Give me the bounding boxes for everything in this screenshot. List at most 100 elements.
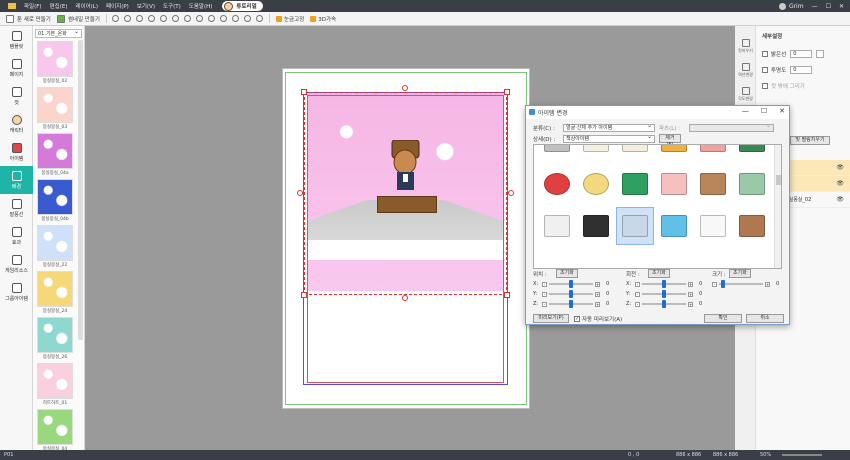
item-grid-cell[interactable] bbox=[616, 207, 654, 245]
minus-button[interactable]: - bbox=[712, 281, 717, 287]
fill-erase-button[interactable]: 및 필링지우기 bbox=[790, 136, 830, 145]
thumbnail-button[interactable]: 썸네일 만들기 bbox=[56, 14, 100, 23]
rail-item-template[interactable]: 템플릿 bbox=[0, 26, 33, 54]
opacity-checkbox[interactable] bbox=[762, 67, 768, 73]
item-grid-cell[interactable] bbox=[538, 145, 576, 161]
position-slider[interactable] bbox=[549, 300, 593, 308]
position-slider[interactable] bbox=[549, 290, 593, 298]
category-select[interactable]: 얼굴·신체 추가 아이템 bbox=[563, 122, 655, 132]
menu-page[interactable]: 페이지(P) bbox=[106, 2, 129, 10]
distribute-icon[interactable] bbox=[231, 15, 239, 22]
menu-help[interactable]: 도움말(H) bbox=[189, 2, 213, 10]
align-center-icon[interactable] bbox=[183, 15, 191, 22]
right-rail-item[interactable]: 컷지우기 bbox=[735, 34, 756, 58]
fit-icon[interactable] bbox=[147, 15, 155, 22]
asset-thumbnail[interactable] bbox=[37, 409, 73, 445]
preview-button[interactable]: 미리보기(P) bbox=[533, 314, 569, 323]
slider-knob[interactable] bbox=[569, 300, 573, 308]
menu-layer[interactable]: 레이어(L) bbox=[75, 2, 98, 10]
scroll-thumb[interactable] bbox=[776, 175, 781, 185]
zoom-in-icon[interactable] bbox=[123, 15, 131, 22]
asset-thumbnail[interactable] bbox=[37, 179, 73, 215]
position-reset-button[interactable]: 초기화 bbox=[556, 269, 578, 278]
plus-button[interactable]: + bbox=[595, 301, 600, 307]
copy-icon[interactable] bbox=[159, 15, 167, 22]
detail-select[interactable]: 책상아이템 bbox=[563, 133, 655, 143]
align-bottom-icon[interactable] bbox=[219, 15, 227, 22]
rotation-slider[interactable] bbox=[642, 300, 686, 308]
right-rail-item[interactable]: 각도변경 bbox=[735, 82, 756, 106]
zoom-out-icon[interactable] bbox=[135, 15, 143, 22]
menu-view[interactable]: 보기(V) bbox=[137, 2, 155, 10]
size-reset-button[interactable]: 초기화 bbox=[729, 269, 751, 278]
slider-knob[interactable] bbox=[569, 290, 573, 298]
close-icon[interactable]: ✕ bbox=[779, 107, 785, 115]
selection-box[interactable] bbox=[304, 92, 507, 295]
position-slider[interactable] bbox=[549, 280, 593, 288]
plus-button[interactable]: + bbox=[688, 281, 693, 287]
item-grid-cell[interactable] bbox=[655, 207, 693, 245]
maximize-icon[interactable]: ☐ bbox=[826, 3, 831, 10]
minimize-icon[interactable]: — bbox=[742, 107, 749, 115]
rotate-icon[interactable] bbox=[243, 15, 251, 22]
item-grid-cell[interactable] bbox=[577, 145, 615, 161]
rail-item-page[interactable]: 페이지 bbox=[0, 54, 33, 82]
maximize-icon[interactable]: ☐ bbox=[761, 107, 767, 115]
cut-icon[interactable] bbox=[111, 15, 119, 22]
right-rail-item[interactable]: 역선변경 bbox=[735, 58, 756, 82]
plus-button[interactable]: + bbox=[688, 291, 693, 297]
item-grid-cell[interactable] bbox=[733, 145, 771, 161]
asset-thumbnail[interactable] bbox=[37, 133, 73, 169]
minus-button[interactable]: - bbox=[635, 281, 640, 287]
asset-thumbnail[interactable] bbox=[37, 363, 73, 399]
slider-knob[interactable] bbox=[662, 280, 666, 288]
tutorial-button[interactable]: 튜토리얼 bbox=[222, 1, 263, 11]
align-left-icon[interactable] bbox=[171, 15, 179, 22]
plus-button[interactable]: + bbox=[688, 301, 693, 307]
opacity-input[interactable]: 0 bbox=[790, 66, 813, 74]
item-grid-cell[interactable] bbox=[655, 145, 693, 161]
item-grid-cell[interactable] bbox=[538, 165, 576, 203]
rail-item-item[interactable]: 아이템 bbox=[0, 138, 33, 166]
rotate-handle[interactable] bbox=[402, 85, 408, 91]
rotation-reset-button[interactable]: 초기화 bbox=[648, 269, 670, 278]
outside-cut-checkbox[interactable] bbox=[762, 83, 768, 89]
asset-scrollbar[interactable] bbox=[78, 40, 83, 340]
slider-knob[interactable] bbox=[662, 300, 666, 308]
new-toon-button[interactable]: 툰 새로 만들기 bbox=[6, 14, 51, 23]
minus-button[interactable]: - bbox=[635, 301, 640, 307]
align-top-icon[interactable] bbox=[207, 15, 215, 22]
item-grid-cell[interactable] bbox=[694, 145, 732, 161]
align-right-icon[interactable] bbox=[195, 15, 203, 22]
plus-button[interactable]: + bbox=[595, 281, 600, 287]
item-grid-cell[interactable] bbox=[577, 207, 615, 245]
brightness-color-swatch[interactable] bbox=[816, 50, 825, 58]
cancel-button[interactable]: 취소 bbox=[746, 314, 784, 323]
minus-button[interactable]: - bbox=[542, 291, 547, 297]
rail-item-speech-bubble[interactable]: 말풍선 bbox=[0, 194, 33, 222]
asset-category-select[interactable]: 01.기본_온화 bbox=[35, 28, 82, 38]
item-grid-cell[interactable] bbox=[577, 165, 615, 203]
plus-button[interactable]: + bbox=[765, 281, 770, 287]
resize-handle[interactable] bbox=[504, 89, 510, 95]
item-grid-cell[interactable] bbox=[694, 165, 732, 203]
item-grid-cell[interactable] bbox=[616, 165, 654, 203]
eye-icon[interactable]: 👁 bbox=[836, 180, 844, 187]
rotation-slider[interactable] bbox=[642, 290, 686, 298]
resize-handle[interactable] bbox=[402, 295, 408, 301]
menu-tools[interactable]: 도구(T) bbox=[163, 2, 181, 10]
rotation-slider[interactable] bbox=[642, 280, 686, 288]
menu-file[interactable]: 파일(F) bbox=[24, 2, 42, 10]
remove-button[interactable]: 제거(E) bbox=[659, 134, 681, 148]
item-grid-cell[interactable] bbox=[616, 145, 654, 161]
rail-item-cut[interactable]: 컷 bbox=[0, 82, 33, 110]
item-grid-cell[interactable] bbox=[694, 207, 732, 245]
item-grid-cell[interactable] bbox=[733, 207, 771, 245]
minimize-icon[interactable]: — bbox=[812, 3, 818, 10]
slider-knob[interactable] bbox=[662, 290, 666, 298]
minus-button[interactable]: - bbox=[542, 281, 547, 287]
brightness-checkbox[interactable] bbox=[762, 51, 768, 57]
rail-item-group-item[interactable]: 그룹아이템 bbox=[0, 278, 33, 306]
rail-item-character[interactable]: 캐릭터 bbox=[0, 110, 33, 138]
item-grid-cell[interactable] bbox=[733, 165, 771, 203]
